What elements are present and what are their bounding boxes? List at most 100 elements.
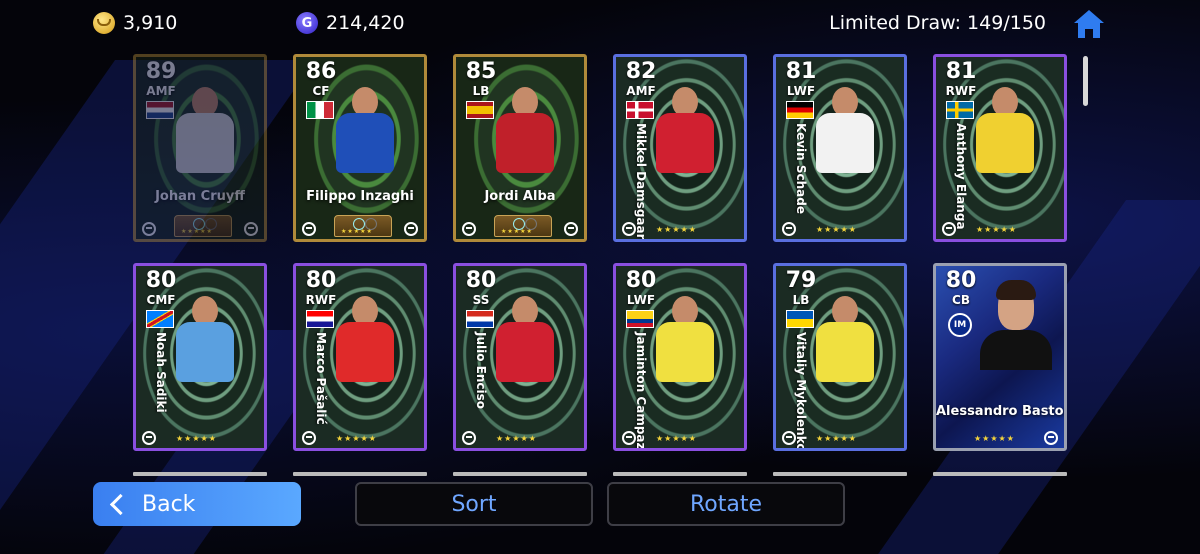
back-label: Back — [142, 491, 196, 517]
player-card[interactable]: 81 RWF Anthony Elanga ★★★★★ — [933, 54, 1067, 242]
player-rating: 81 — [785, 59, 817, 84]
rotate-button[interactable]: Rotate — [607, 482, 845, 526]
efootball-icon — [1044, 431, 1058, 445]
gp-balance: G 214,420 — [296, 10, 405, 36]
player-name-vertical: Marco Pašalić — [310, 332, 332, 442]
player-card[interactable]: 80 SS Julio Enciso ★★★★★ — [453, 263, 587, 451]
star-rating: ★★★★★ — [816, 434, 857, 443]
coin-icon — [93, 12, 115, 34]
netherlands-flag-icon — [146, 101, 174, 119]
player-rating: 85 — [465, 59, 497, 84]
player-card[interactable]: 85 LB Jordi Alba ★★★★★ — [453, 54, 587, 242]
star-rating: ★★★★★ — [976, 225, 1017, 234]
scrollbar[interactable] — [1083, 56, 1088, 106]
player-position: RWF — [945, 84, 977, 98]
sweden-flag-icon — [946, 101, 974, 119]
sort-button[interactable]: Sort — [355, 482, 593, 526]
ukraine-flag-icon — [786, 310, 814, 328]
sort-label: Sort — [451, 491, 497, 517]
player-name: Jordi Alba — [484, 189, 556, 204]
player-figure — [966, 87, 1046, 207]
player-name: Julio Enciso — [474, 332, 488, 410]
efootball-icon — [462, 431, 476, 445]
player-card[interactable]: 80 CB IM Alessandro Bastoni ★★★★★ — [933, 263, 1067, 451]
card-plaque: ★★★★★ — [174, 215, 232, 237]
italy-flag-icon — [306, 101, 334, 119]
star-rating: ★★★★★ — [816, 225, 857, 234]
player-position: LWF — [786, 84, 816, 98]
gp-amount: 214,420 — [326, 12, 405, 34]
player-figure — [326, 296, 406, 416]
star-rating: ★★★★★ — [656, 434, 697, 443]
efootball-icon — [244, 222, 258, 236]
player-rating: 80 — [945, 268, 977, 293]
player-card[interactable]: 89 AMF Johan Cruyff ★★★★★ — [133, 54, 267, 242]
rotate-label: Rotate — [689, 491, 763, 517]
player-name: Filippo Inzaghi — [306, 189, 414, 204]
player-position: CF — [312, 84, 330, 98]
top-bar: 3,910 G 214,420 Limited Draw: 149/150 — [0, 0, 1200, 46]
player-name-vertical: Anthony Elanga — [950, 123, 972, 233]
next-row-card — [773, 472, 907, 476]
next-row-card — [293, 472, 427, 476]
star-rating: ★★★★★ — [176, 434, 217, 443]
player-figure — [806, 87, 886, 207]
efootball-icon — [564, 222, 578, 236]
player-card[interactable]: 86 CF Filippo Inzaghi ★★★★★ — [293, 54, 427, 242]
home-icon — [1074, 10, 1104, 38]
player-card[interactable]: 80 CMF Noah Sadiki ★★★★★ — [133, 263, 267, 451]
player-name: Alessandro Bastoni — [936, 404, 1067, 419]
player-card[interactable]: 80 LWF Jaminton Campaz ★★★★★ — [613, 263, 747, 451]
player-position: LB — [472, 84, 490, 98]
chevron-left-icon — [109, 493, 132, 515]
croatia-flag-icon — [306, 310, 334, 328]
player-name-vertical: Kevin Schade — [790, 123, 812, 233]
player-card[interactable]: 80 RWF Marco Pašalić ★★★★★ — [293, 263, 427, 451]
back-button[interactable]: Back — [93, 482, 301, 526]
player-name: Vitaliy Mykolenko — [794, 332, 808, 451]
player-name-vertical: Julio Enciso — [470, 332, 492, 442]
player-rating: 80 — [305, 268, 337, 293]
player-position: CB — [952, 293, 970, 307]
player-name-vertical: Jaminton Campaz — [630, 332, 652, 448]
player-card[interactable]: 82 AMF Mikkel Damsgaard ★★★★★ — [613, 54, 747, 242]
coin-balance: 3,910 — [93, 10, 177, 36]
player-photo — [976, 278, 1054, 370]
efootball-icon — [302, 222, 316, 236]
colombia-flag-icon — [626, 310, 654, 328]
player-position: RWF — [305, 293, 337, 307]
efootball-icon — [142, 222, 156, 236]
player-position: CMF — [146, 293, 176, 307]
player-card[interactable]: 81 LWF Kevin Schade ★★★★★ — [773, 54, 907, 242]
germany-flag-icon — [786, 101, 814, 119]
efootball-icon — [142, 431, 156, 445]
player-rating: 79 — [785, 268, 817, 293]
star-rating: ★★★★★ — [974, 434, 1015, 443]
player-card[interactable]: 79 LB Vitaliy Mykolenko ★★★★★ — [773, 263, 907, 451]
next-row-card — [133, 472, 267, 476]
home-button[interactable] — [1072, 8, 1106, 40]
efootball-icon — [782, 431, 796, 445]
player-rating: 86 — [305, 59, 337, 84]
coin-amount: 3,910 — [123, 12, 178, 34]
player-rating: 89 — [145, 59, 177, 84]
player-rating: 80 — [465, 268, 497, 293]
efootball-icon — [782, 222, 796, 236]
card-plaque: ★★★★★ — [494, 215, 552, 237]
star-rating: ★★★★★ — [336, 434, 377, 443]
player-name: Anthony Elanga — [954, 123, 968, 230]
player-name: Jaminton Campaz — [634, 332, 648, 450]
next-row-card — [613, 472, 747, 476]
player-name: Marco Pašalić — [314, 332, 328, 425]
player-name: Mikkel Damsgaard — [634, 123, 648, 242]
limited-draw-counter: Limited Draw: 149/150 — [829, 12, 1046, 34]
efootball-icon — [622, 222, 636, 236]
efootball-icon — [462, 222, 476, 236]
player-figure — [646, 296, 726, 416]
paraguay-flag-icon — [466, 310, 494, 328]
player-name-vertical: Vitaliy Mykolenko — [790, 332, 812, 448]
player-rating: 82 — [625, 59, 657, 84]
player-name-vertical: Mikkel Damsgaard — [630, 123, 652, 239]
dr-congo-flag-icon — [146, 310, 174, 328]
player-rating: 80 — [625, 268, 657, 293]
